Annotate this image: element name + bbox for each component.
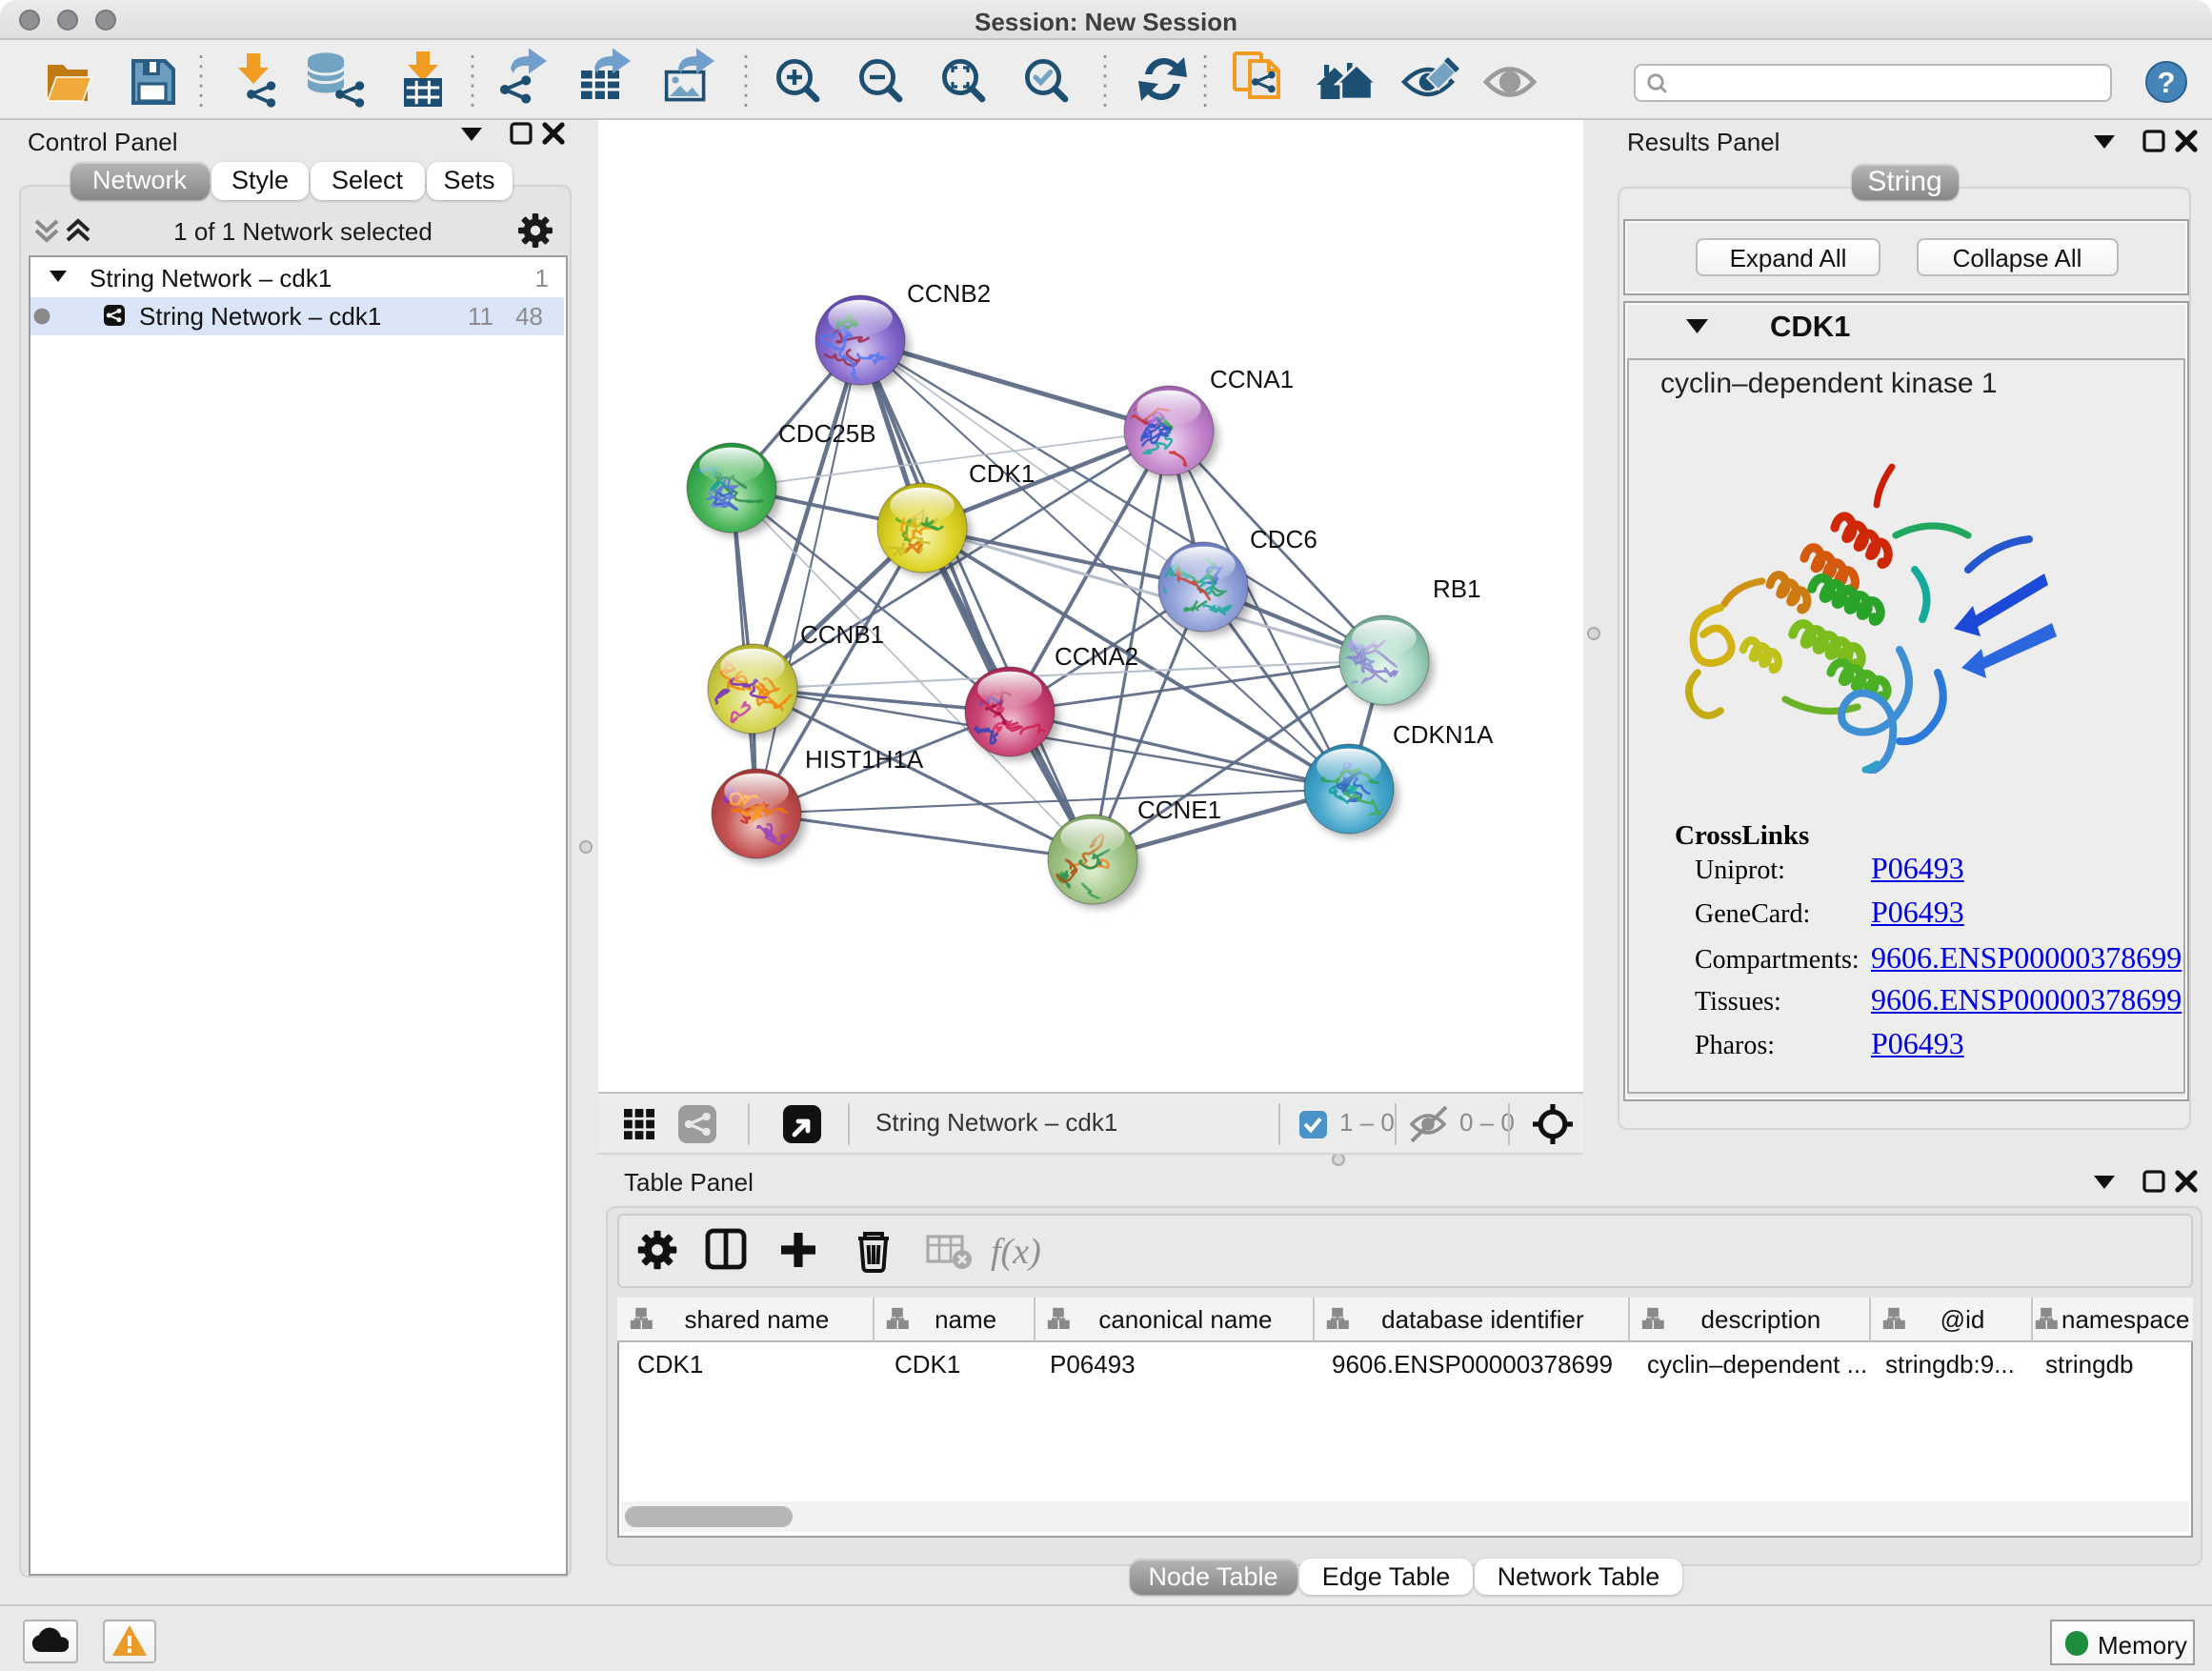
svg-text:shared name: shared name <box>684 1305 829 1334</box>
svg-text:RB1: RB1 <box>1433 574 1481 603</box>
svg-text:stringdb: stringdb <box>2044 1350 2133 1379</box>
svg-text:String Network – cdk1: String Network – cdk1 <box>875 1107 1117 1136</box>
svg-text:CDK1: CDK1 <box>969 459 1035 488</box>
svg-text:CCNA1: CCNA1 <box>1210 365 1294 393</box>
svg-text:canonical name: canonical name <box>1097 1305 1271 1334</box>
svg-text:CDK1: CDK1 <box>1770 312 1850 338</box>
svg-text:stringdb:9...: stringdb:9... <box>1884 1350 2014 1379</box>
svg-text:CDK1: CDK1 <box>636 1350 702 1379</box>
svg-text:name: name <box>934 1305 995 1334</box>
svg-text:f(x): f(x) <box>990 1232 1040 1272</box>
svg-text:1 – 0: 1 – 0 <box>1339 1107 1395 1136</box>
svg-text:cyclin–dependent ...: cyclin–dependent ... <box>1646 1350 1866 1379</box>
svg-text:description: description <box>1700 1305 1820 1334</box>
svg-text:CCNB2: CCNB2 <box>907 279 991 308</box>
svg-text:1 of 1 Network selected: 1 of 1 Network selected <box>173 217 432 246</box>
svg-text:@id: @id <box>1940 1305 1984 1334</box>
svg-text:CDC6: CDC6 <box>1250 525 1317 554</box>
svg-text:CDKN1A: CDKN1A <box>1393 720 1494 749</box>
svg-text:9606.ENSP00000378699: 9606.ENSP00000378699 <box>1331 1350 1612 1379</box>
svg-text:namespace: namespace <box>2061 1305 2188 1334</box>
svg-text:?: ? <box>2158 66 2176 99</box>
svg-text:CCNE1: CCNE1 <box>1137 795 1221 824</box>
svg-text:database identifier: database identifier <box>1380 1305 1583 1334</box>
svg-text:P06493: P06493 <box>1049 1350 1135 1379</box>
svg-text:HIST1H1A: HIST1H1A <box>805 745 924 774</box>
svg-text:String Network – cdk1: String Network – cdk1 <box>90 264 332 292</box>
svg-text:1: 1 <box>535 264 549 292</box>
svg-text:CCNA2: CCNA2 <box>1055 642 1138 671</box>
svg-text:String Network – cdk1: String Network – cdk1 <box>139 302 381 331</box>
svg-text:CDK1: CDK1 <box>894 1350 959 1379</box>
svg-text:CCNB1: CCNB1 <box>800 620 884 649</box>
svg-text:0 – 0: 0 – 0 <box>1459 1107 1515 1136</box>
svg-text:48: 48 <box>515 302 543 331</box>
svg-text:CDC25B: CDC25B <box>778 419 876 448</box>
svg-text:11: 11 <box>468 302 493 331</box>
